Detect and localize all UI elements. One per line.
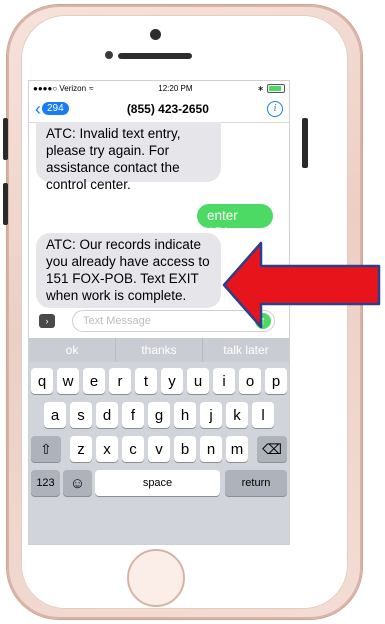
suggestion-item[interactable]: talk later	[203, 338, 289, 362]
keyboard-row-2: a s d f g h j k l	[29, 402, 289, 428]
arrow-shape	[222, 241, 381, 329]
key-d[interactable]: d	[96, 402, 118, 428]
power-button	[302, 118, 308, 168]
home-button[interactable]	[127, 549, 185, 607]
battery-icon	[266, 83, 285, 93]
apps-icon[interactable]: ›	[39, 314, 55, 328]
chevron-left-icon: ‹	[35, 98, 41, 119]
contact-title: (855) 423-2650	[126, 101, 209, 116]
key-c[interactable]: c	[122, 436, 144, 462]
back-button[interactable]: ‹ 294	[35, 98, 69, 119]
info-icon[interactable]: i	[267, 100, 283, 117]
delete-key-icon[interactable]: ⌫	[257, 436, 287, 462]
message-bubble-received: ATC: Our records indicate you already ha…	[36, 233, 221, 308]
emoji-key-icon[interactable]: ☺	[63, 470, 92, 496]
key-m[interactable]: m	[226, 436, 248, 462]
key-g[interactable]: g	[148, 402, 170, 428]
message-input-placeholder: Text Message	[83, 315, 151, 327]
bluetooth-icon: ∗	[257, 83, 264, 93]
key-h[interactable]: h	[174, 402, 196, 428]
message-bubble-received: ATC: Invalid text entry, please try agai…	[36, 122, 221, 192]
suggestion-item[interactable]: thanks	[116, 338, 203, 362]
key-t[interactable]: t	[135, 368, 157, 394]
numbers-key[interactable]: 123	[31, 470, 60, 496]
key-i[interactable]: i	[213, 368, 235, 394]
key-n[interactable]: n	[200, 436, 222, 462]
wifi-icon: ≈	[89, 83, 94, 93]
key-q[interactable]: q	[31, 368, 53, 394]
shift-key[interactable]: ⇧	[31, 436, 61, 462]
unread-count-badge: 294	[42, 102, 69, 115]
keyboard: ok thanks talk later q w e r t y u i o p…	[29, 338, 289, 544]
return-key[interactable]: return	[225, 470, 287, 496]
key-k[interactable]: k	[226, 402, 248, 428]
front-camera-icon	[150, 29, 161, 40]
key-y[interactable]: y	[161, 368, 183, 394]
pointer-arrow-annotation	[222, 241, 381, 329]
earpiece-speaker	[118, 53, 192, 59]
conversation-header: ‹ 294 (855) 423-2650 i	[29, 95, 289, 123]
suggestion-item[interactable]: ok	[29, 338, 116, 362]
key-o[interactable]: o	[239, 368, 261, 394]
key-a[interactable]: a	[44, 402, 66, 428]
carrier-signal: ●●●●○ Verizon	[33, 83, 87, 93]
volume-up-button	[3, 118, 8, 160]
suggestion-bar: ok thanks talk later	[29, 338, 289, 362]
key-p[interactable]: p	[265, 368, 287, 394]
key-x[interactable]: x	[96, 436, 118, 462]
keyboard-row-1: q w e r t y u i o p	[29, 368, 289, 394]
volume-down-button	[3, 183, 8, 225]
key-z[interactable]: z	[70, 436, 92, 462]
key-w[interactable]: w	[57, 368, 79, 394]
key-l[interactable]: l	[252, 402, 274, 428]
keyboard-row-3: ⇧ z x c v b n m ⌫	[29, 436, 289, 462]
sensor-icon	[105, 51, 113, 59]
key-s[interactable]: s	[70, 402, 92, 428]
status-bar: ●●●●○ Verizon ≈ 12:20 PM ∗	[29, 81, 289, 95]
key-v[interactable]: v	[148, 436, 170, 462]
space-key[interactable]: space	[95, 470, 220, 496]
message-bubble-sent: enter 151	[197, 204, 273, 240]
key-u[interactable]: u	[187, 368, 209, 394]
key-f[interactable]: f	[122, 402, 144, 428]
keyboard-row-4: 123 ☺ space return	[29, 470, 289, 496]
key-b[interactable]: b	[174, 436, 196, 462]
status-time: 12:20 PM	[158, 83, 193, 93]
key-j[interactable]: j	[200, 402, 222, 428]
key-r[interactable]: r	[109, 368, 131, 394]
key-e[interactable]: e	[83, 368, 105, 394]
